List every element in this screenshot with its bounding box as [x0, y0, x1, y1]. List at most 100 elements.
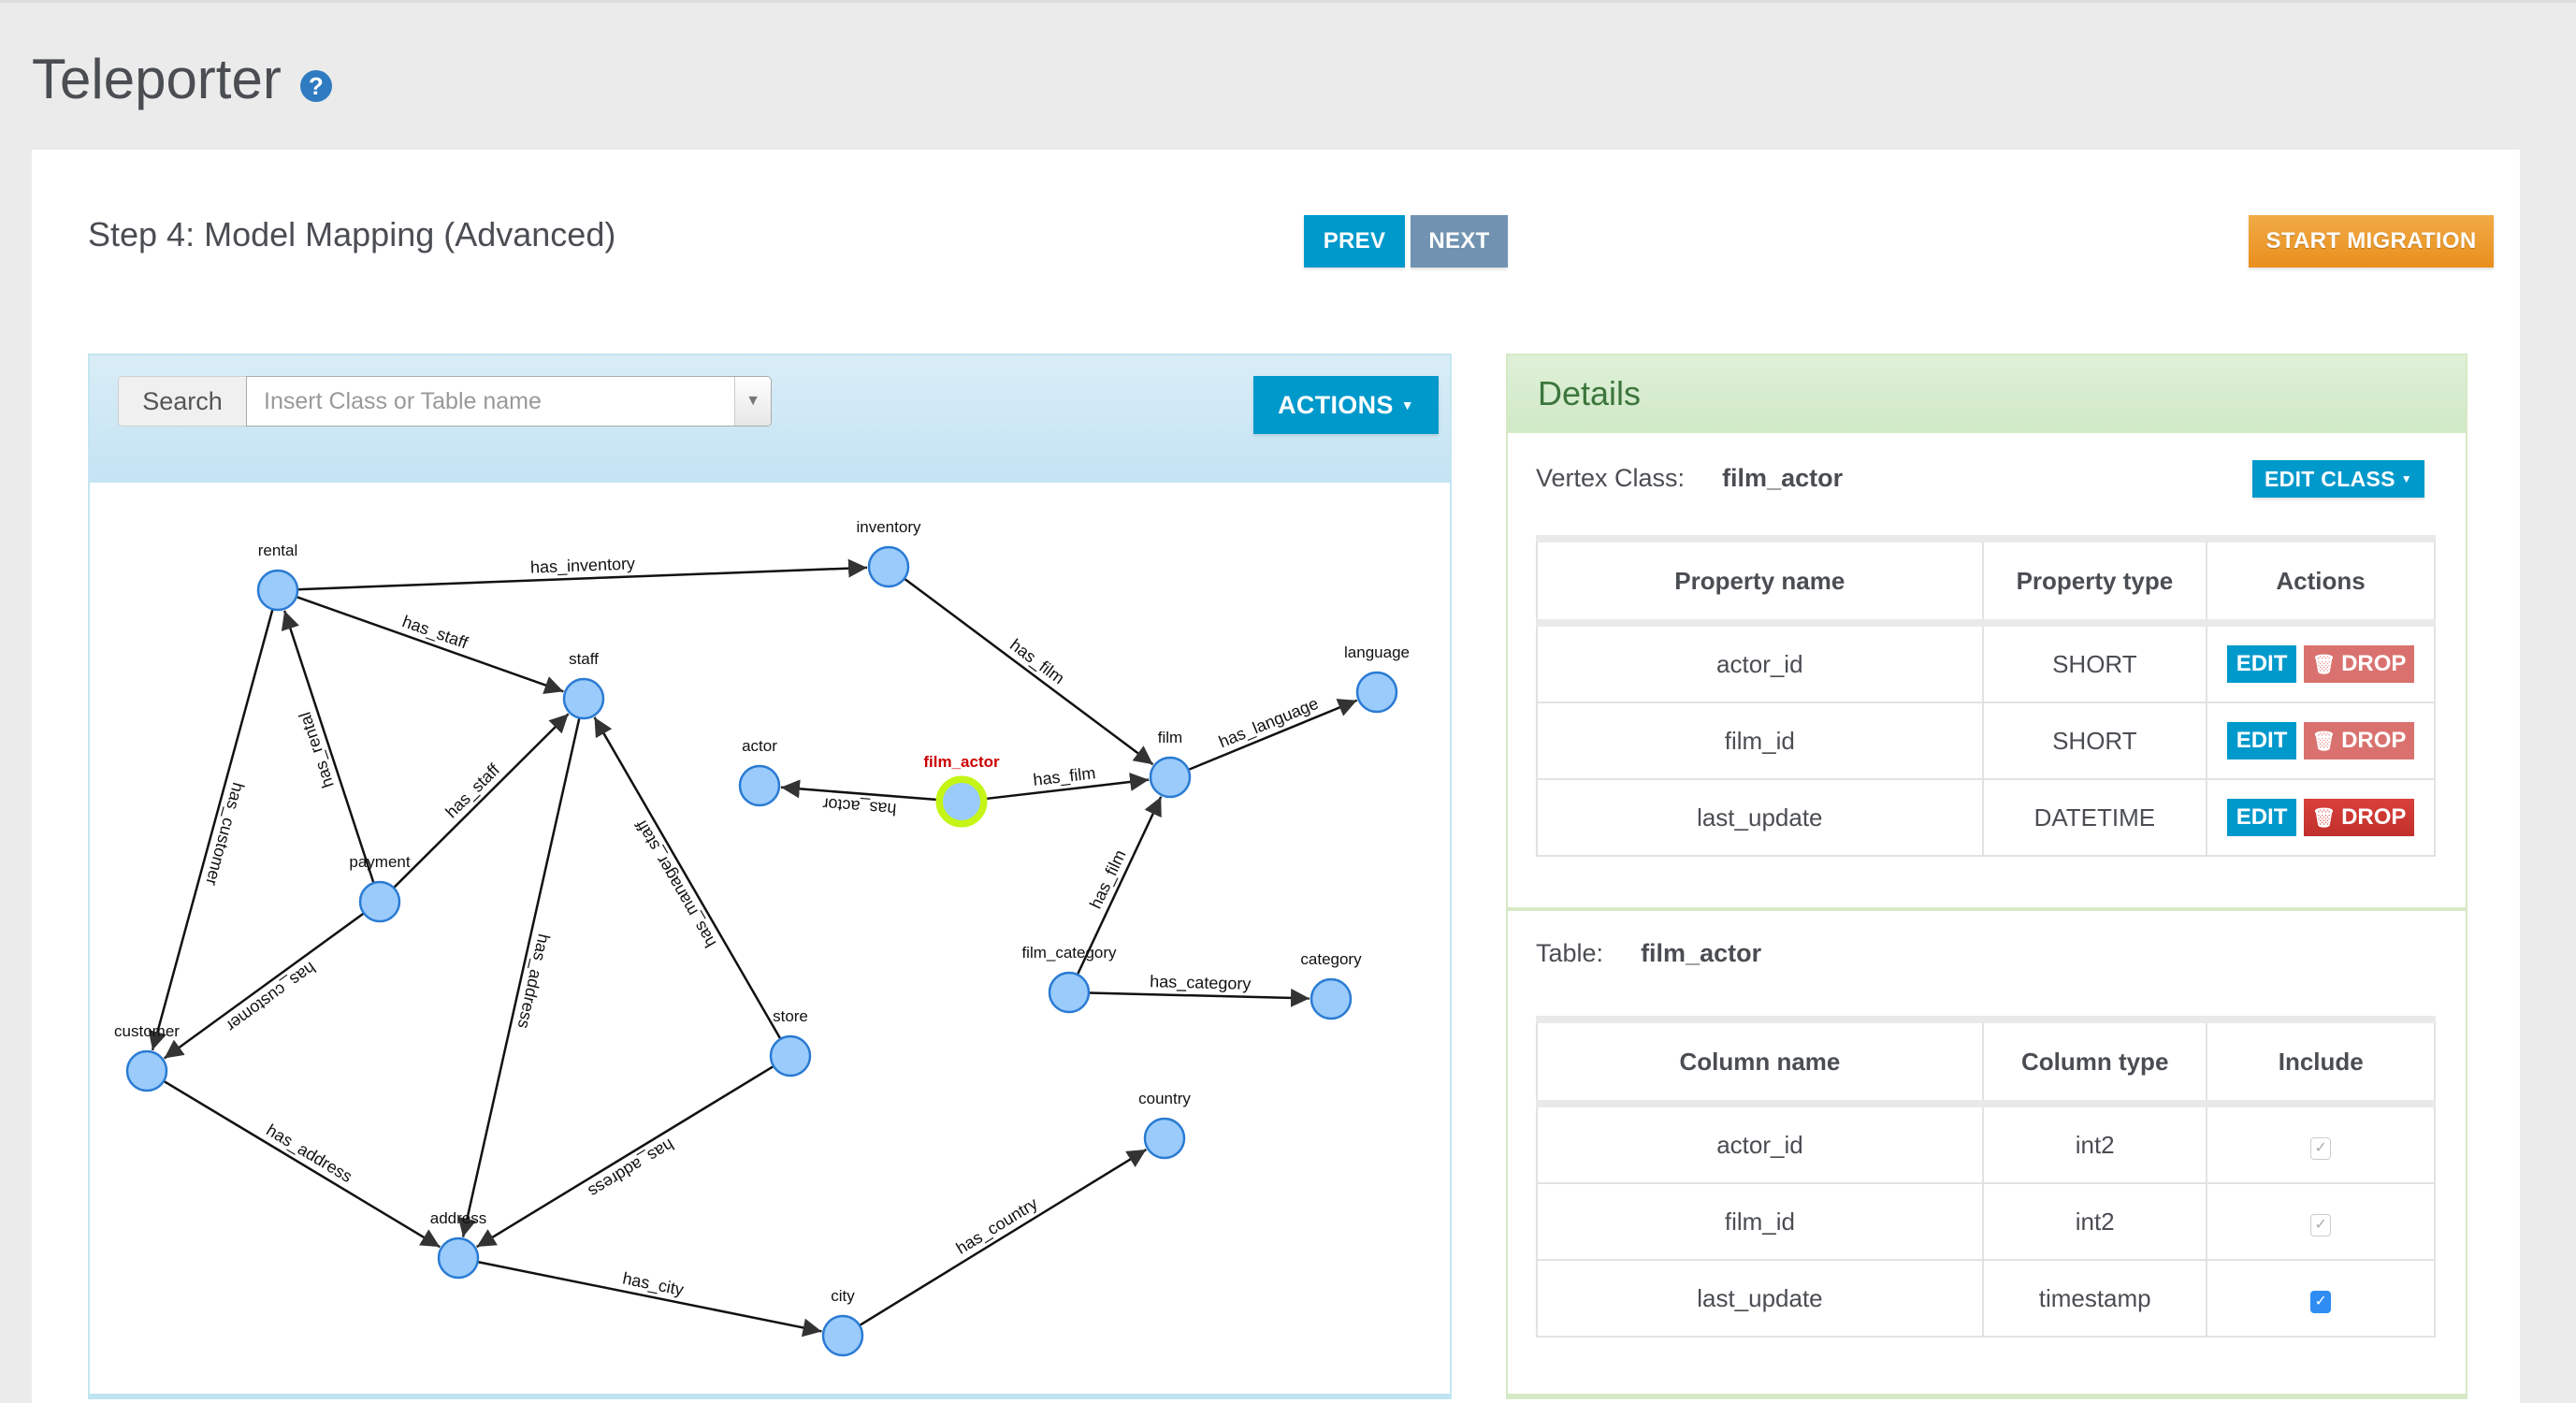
column-name: last_update [1536, 1259, 1984, 1338]
node-label: country [1138, 1090, 1191, 1107]
top-border [0, 0, 2576, 3]
include-checkbox[interactable]: ✓ [2310, 1291, 2332, 1313]
drop-property-button[interactable]: 🗑 DROP [2304, 722, 2415, 759]
property-name: actor_id [1536, 622, 1984, 703]
question-circle-icon[interactable]: ? [299, 69, 332, 102]
edge-has-address[interactable] [475, 1064, 774, 1249]
node-circle[interactable] [941, 781, 982, 822]
node-actor[interactable]: actor [738, 737, 781, 807]
edge-has-staff[interactable] [296, 595, 564, 695]
column-name: actor_id [1536, 1103, 1984, 1184]
edge-label: has_customer [223, 958, 320, 1035]
column-type: int2 [1981, 1182, 2208, 1261]
node-film-category[interactable]: film_category [1021, 944, 1117, 1014]
node-circle[interactable] [1149, 756, 1192, 799]
node-circle[interactable] [867, 545, 910, 588]
edit-property-button[interactable]: EDIT [2227, 799, 2297, 836]
node-circle[interactable] [562, 677, 605, 720]
columns-header-row: Column name Column type Include [1536, 1019, 2436, 1107]
node-address[interactable]: address [430, 1209, 486, 1280]
column-header: Column name [1536, 1019, 1984, 1107]
property-name: last_update [1536, 778, 1984, 857]
columns-table: Column name Column type Include actor_id… [1536, 1016, 2436, 1338]
next-button[interactable]: NEXT [1411, 215, 1508, 268]
node-staff[interactable]: staff [562, 650, 605, 720]
edge-has-rental[interactable] [281, 610, 375, 884]
column-header: Property type [1981, 538, 2208, 627]
edge-has-address[interactable] [163, 1079, 441, 1249]
edge-label: has_country [953, 1193, 1042, 1258]
edges-layer: has_inventory has_staff has_customer has_re… [148, 554, 1358, 1338]
graph-panel: Search ▼ ACTIONS ▼ has_inventoryhas_staf… [88, 354, 1452, 1399]
node-inventory[interactable]: inventory [857, 518, 921, 588]
node-label: film_actor [923, 753, 1000, 771]
edge-label: has_actor [822, 793, 897, 818]
trash-icon: 🗑 [2311, 807, 2337, 829]
node-circle[interactable] [437, 1237, 480, 1280]
property-type: SHORT [1981, 702, 2208, 780]
edge-label: has_address [263, 1121, 355, 1187]
drop-label: DROP [2341, 651, 2407, 676]
properties-header-row: Property name Property type Actions [1536, 538, 2436, 627]
edit-property-button[interactable]: EDIT [2227, 722, 2297, 759]
edge-has-manager-staff[interactable] [593, 716, 782, 1040]
node-circle[interactable] [821, 1314, 864, 1357]
node-circle[interactable] [1048, 971, 1091, 1014]
drop-property-button[interactable]: 🗑 DROP [2304, 799, 2415, 836]
node-city[interactable]: city [821, 1287, 864, 1357]
node-circle[interactable] [769, 1034, 812, 1078]
node-label: payment [349, 853, 410, 871]
wizard-card: Step 4: Model Mapping (Advanced) PREV NE… [32, 150, 2520, 1403]
properties-table: Property name Property type Actions acto… [1536, 535, 2436, 857]
node-customer[interactable]: customer [114, 1022, 180, 1092]
node-circle[interactable] [1143, 1117, 1186, 1160]
table-row: last_update timestamp ✓ [1536, 1259, 2436, 1338]
table-value: film_actor [1641, 939, 1762, 967]
trash-icon: 🗑 [2311, 654, 2337, 675]
edge-has-country[interactable] [859, 1148, 1148, 1327]
edge-has-film[interactable] [904, 577, 1154, 766]
edge-label: has_address [585, 1135, 677, 1202]
node-circle[interactable] [738, 764, 781, 807]
edge-has-customer[interactable] [148, 608, 274, 1051]
section-divider [1508, 907, 2466, 911]
nodes-layer: rental inventory staff language actor film_ac… [114, 518, 1410, 1357]
edit-class-label: EDIT CLASS [2265, 466, 2395, 491]
node-film[interactable]: film [1149, 729, 1192, 799]
property-name: film_id [1536, 702, 1984, 780]
node-category[interactable]: category [1300, 950, 1362, 1020]
drop-property-button[interactable]: 🗑 DROP [2304, 645, 2415, 683]
edit-property-button[interactable]: EDIT [2227, 645, 2297, 683]
node-label: inventory [857, 518, 921, 536]
node-circle[interactable] [256, 569, 299, 612]
edge-has-category[interactable] [1088, 988, 1310, 1007]
edge-label: has_rental [296, 709, 339, 789]
graph-canvas[interactable]: has_inventory has_staff has_customer has_re… [90, 355, 1450, 1394]
prev-button[interactable]: PREV [1304, 215, 1405, 268]
edit-class-dropdown-button[interactable]: EDIT CLASS ▼ [2252, 460, 2424, 498]
table-row: film_id int2 ✓ [1536, 1182, 2436, 1261]
page-title: Teleporter ? [32, 47, 332, 111]
table-row: last_update DATETIME EDIT 🗑 DROP [1536, 778, 2436, 857]
edge-has-city[interactable] [477, 1260, 822, 1338]
node-country[interactable]: country [1138, 1090, 1191, 1160]
node-store[interactable]: store [769, 1007, 812, 1078]
node-circle[interactable] [1310, 977, 1353, 1020]
edge-label: has_staff [441, 759, 504, 822]
start-migration-button[interactable]: START MIGRATION [2249, 215, 2494, 268]
edge-has-staff[interactable] [393, 713, 570, 890]
property-type: DATETIME [1981, 778, 2208, 857]
node-payment[interactable]: payment [349, 853, 411, 923]
node-label: city [831, 1287, 855, 1305]
trash-icon: 🗑 [2311, 730, 2337, 752]
drop-label: DROP [2341, 728, 2407, 753]
node-rental[interactable]: rental [256, 542, 299, 612]
node-film-actor[interactable]: film_actor [923, 753, 1000, 828]
table-row: actor_id int2 ✓ [1536, 1103, 2436, 1184]
node-label: language [1344, 644, 1410, 661]
node-circle[interactable] [358, 880, 401, 923]
node-circle[interactable] [125, 1049, 168, 1092]
node-circle[interactable] [1355, 671, 1398, 714]
edge-has-customer[interactable] [163, 912, 365, 1060]
details-title: Details [1538, 374, 1642, 412]
